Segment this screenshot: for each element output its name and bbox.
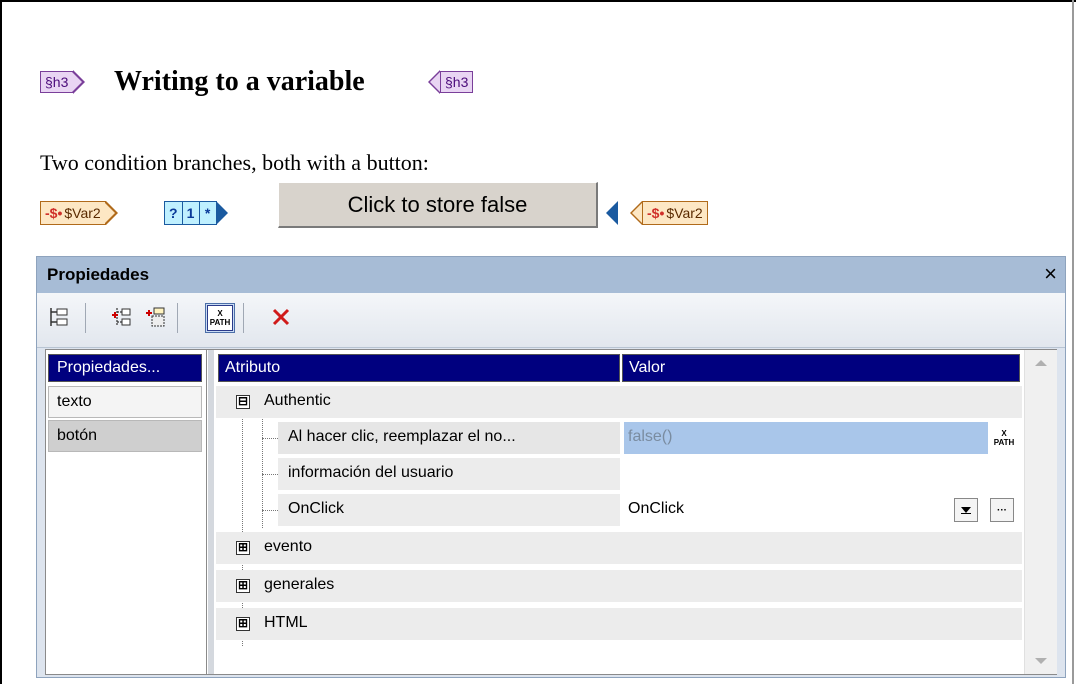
attribute-value[interactable]: OnClick <box>628 500 684 518</box>
collapse-icon[interactable]: ⊟ <box>236 395 250 409</box>
var-close-tag-body: -$• $Var2 <box>642 201 708 225</box>
group-label: generales <box>264 576 335 593</box>
group-row-evento[interactable]: ⊞ evento <box>216 530 1022 564</box>
dropdown-arrow-icon[interactable] <box>954 498 978 522</box>
toolbar-separator <box>177 303 178 333</box>
h3-close-tag-label: §h3 <box>440 71 474 93</box>
row-background <box>216 532 1022 564</box>
xpath-edit-button[interactable]: X PATH <box>992 426 1016 450</box>
component-item-texto[interactable]: texto <box>48 386 202 418</box>
toolbar-separator <box>243 303 244 333</box>
window-frame-top <box>0 0 1076 2</box>
row-value-background <box>624 422 988 454</box>
column-header-valor[interactable]: Valor <box>622 354 1020 382</box>
xpath-icon: X PATH <box>207 305 233 331</box>
xpath-icon-path: PATH <box>993 438 1015 447</box>
attribute-row-user-info[interactable]: información del usuario <box>216 456 1022 490</box>
xpath-icon-path: PATH <box>209 318 231 327</box>
column-header-atributo[interactable]: Atributo <box>218 354 620 382</box>
component-list-header[interactable]: Propiedades... <box>48 354 202 382</box>
add-attribute-icon[interactable] <box>141 303 169 331</box>
delete-icon[interactable] <box>267 303 295 331</box>
row-background <box>216 608 1022 640</box>
attribute-label: información del usuario <box>288 464 454 481</box>
panel-toolbar: X PATH <box>37 293 1065 348</box>
condition-cell[interactable]: ? <box>164 201 183 225</box>
page-heading: Writing to a variable <box>114 66 365 97</box>
var-open-tag-label: $Var2 <box>64 205 101 221</box>
attribute-row-onclick[interactable]: OnClick OnClick ··· <box>216 492 1022 526</box>
window-frame-right <box>1072 0 1074 684</box>
ellipsis-button[interactable]: ··· <box>990 498 1014 522</box>
store-false-button[interactable]: Click to store false <box>278 182 598 228</box>
group-label: evento <box>264 538 313 555</box>
row-background <box>216 570 1022 602</box>
tag-arrow-icon <box>104 201 118 225</box>
var-close-tag[interactable]: -$• $Var2 <box>630 201 708 225</box>
expand-icon[interactable]: ⊞ <box>236 541 250 555</box>
vertical-scrollbar[interactable] <box>1024 350 1057 674</box>
close-icon[interactable]: × <box>1044 261 1057 287</box>
xpath-icon: X PATH <box>992 426 1016 450</box>
variable-icon: -$• <box>45 205 63 221</box>
properties-content: Propiedades... texto botón Atributo Valo… <box>45 349 1057 675</box>
group-label: HTML <box>264 614 308 631</box>
group-row-authentic[interactable]: ⊟ Authentic <box>216 384 1022 418</box>
toolbar-separator <box>85 303 86 333</box>
xpath-icon-x: X <box>1001 429 1007 438</box>
row-background <box>216 386 1022 418</box>
window-frame-left <box>0 0 2 684</box>
h3-open-tag-label: §h3 <box>40 71 74 93</box>
expand-icon[interactable]: ⊞ <box>236 579 250 593</box>
condition-cell[interactable]: 1 <box>181 201 200 225</box>
panel-title: Propiedades <box>47 265 150 284</box>
tag-arrow-icon <box>630 201 642 225</box>
xpath-icon-x: X <box>217 309 223 318</box>
component-item-boton[interactable]: botón <box>48 420 202 452</box>
tag-arrow-icon <box>72 70 86 94</box>
var-close-tag-label: $Var2 <box>666 205 703 221</box>
paragraph-text: Two condition branches, both with a butt… <box>40 150 429 175</box>
attribute-label: Al hacer clic, reemplazar el no... <box>288 428 516 445</box>
h3-open-tag[interactable]: §h3 <box>40 70 86 94</box>
attribute-label: OnClick <box>288 500 345 517</box>
xpath-toggle-button[interactable]: X PATH <box>205 303 235 333</box>
attribute-value[interactable]: false() <box>628 428 672 446</box>
condition-arrow-icon <box>215 201 228 225</box>
group-row-html[interactable]: ⊞ HTML <box>216 606 1022 640</box>
attribute-row-onclick-replace[interactable]: Al hacer clic, reemplazar el no... false… <box>216 420 1022 454</box>
condition-close-arrow-icon[interactable] <box>606 201 618 225</box>
scroll-down-icon[interactable] <box>1035 658 1047 664</box>
expand-icon[interactable]: ⊞ <box>236 617 250 631</box>
group-row-generales[interactable]: ⊞ generales <box>216 568 1022 602</box>
properties-panel: Propiedades × X PATH Propiedades... texto… <box>36 256 1066 678</box>
panel-title-bar: Propiedades × <box>37 257 1065 293</box>
add-tree-icon[interactable] <box>45 303 73 331</box>
component-list: Propiedades... texto botón <box>46 350 207 674</box>
group-label: Authentic <box>264 392 331 409</box>
var-open-tag[interactable]: -$• $Var2 <box>40 201 118 225</box>
condition-cell[interactable]: * <box>198 201 217 225</box>
attribute-grid: Atributo Valor ⊟ Authentic Al hacer clic… <box>216 350 1022 674</box>
add-child-icon[interactable] <box>107 303 135 331</box>
condition-tag[interactable]: ? 1 * <box>164 201 228 225</box>
tag-arrow-icon <box>428 70 440 94</box>
variable-icon: -$• <box>647 205 665 221</box>
var-open-tag-body: -$• $Var2 <box>40 201 106 225</box>
h3-close-tag[interactable]: §h3 <box>428 70 474 94</box>
scroll-up-icon[interactable] <box>1035 360 1047 366</box>
pane-splitter[interactable] <box>208 350 214 674</box>
